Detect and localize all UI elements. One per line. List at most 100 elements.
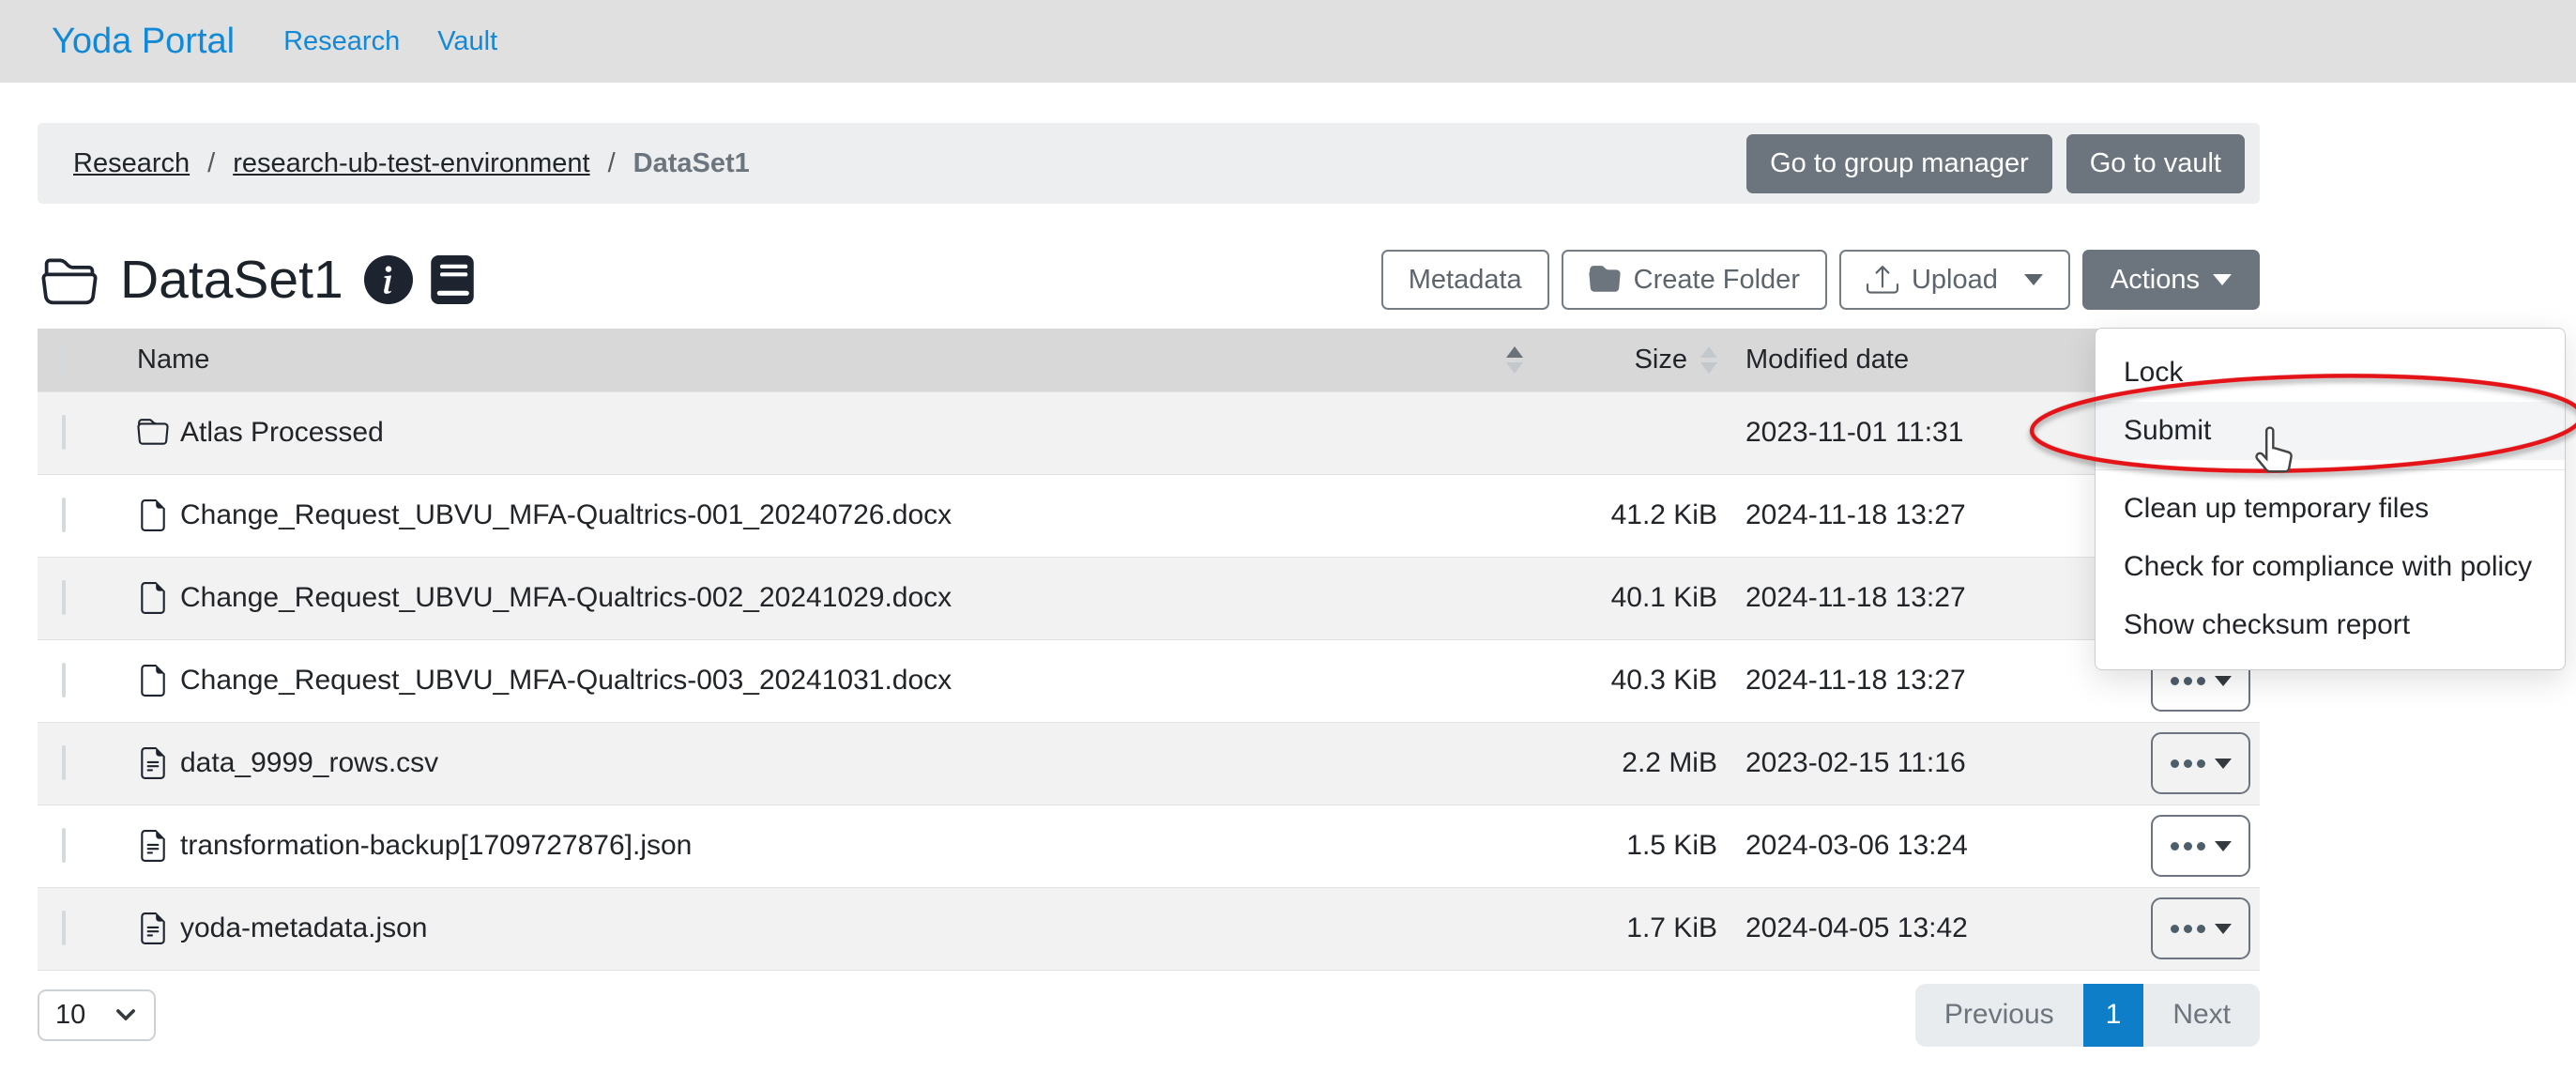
table-row[interactable]: yoda-metadata.json 1.7 KiB 2024-04-05 13… <box>38 887 2260 970</box>
upload-button[interactable]: Upload <box>1839 250 2070 310</box>
upload-button-label: Upload <box>1912 265 1998 296</box>
page-size-select[interactable]: 10 <box>38 989 156 1041</box>
pagination-previous[interactable]: Previous <box>1915 984 2083 1047</box>
chevron-down-icon <box>2213 274 2232 285</box>
menu-item-check-for-compliance-with-policy[interactable]: Check for compliance with policy <box>2096 538 2565 596</box>
pagination-next[interactable]: Next <box>2143 984 2260 1047</box>
upload-icon <box>1867 264 1898 296</box>
row-modified-date: 2024-03-06 13:24 <box>1732 805 2061 887</box>
chevron-down-icon <box>2215 841 2232 851</box>
page-title-group: DataSet1 <box>38 249 477 311</box>
row-actions-menu-button[interactable] <box>2151 897 2250 959</box>
column-header-size[interactable]: Size <box>1635 345 1687 376</box>
metadata-button[interactable]: Metadata <box>1381 250 1549 310</box>
top-navbar: Yoda Portal Research Vault <box>0 0 2576 83</box>
chevron-down-icon <box>2024 274 2043 285</box>
chevron-down-icon <box>2215 759 2232 769</box>
page-size-value: 10 <box>55 1000 85 1031</box>
row-checkbox[interactable] <box>62 415 66 450</box>
row-modified-date: 2024-04-05 13:42 <box>1732 887 2061 970</box>
row-size: 2.2 MiB <box>1549 722 1732 805</box>
row-checkbox[interactable] <box>62 498 66 532</box>
table-row[interactable]: Atlas Processed 2023-11-01 11:31 <box>38 391 2260 474</box>
metadata-button-label: Metadata <box>1409 265 1522 296</box>
table-row[interactable]: transformation-backup[1709727876].json 1… <box>38 805 2260 887</box>
table-row[interactable]: Change_Request_UBVU_MFA-Qualtrics-003_20… <box>38 639 2260 722</box>
chevron-down-icon <box>2215 676 2232 686</box>
row-checkbox[interactable] <box>62 580 66 615</box>
row-name[interactable]: transformation-backup[1709727876].json <box>180 830 692 862</box>
menu-item-submit[interactable]: Submit <box>2096 402 2565 460</box>
file-text-icon <box>137 912 169 944</box>
folder-icon <box>137 417 169 449</box>
breadcrumb-research[interactable]: Research <box>73 148 190 179</box>
menu-divider <box>2096 469 2565 470</box>
ellipsis-icon <box>2171 842 2205 851</box>
breadcrumb-bar: Research / research-ub-test-environment … <box>38 123 2260 204</box>
file-table: Name Size Modified date <box>38 329 2260 971</box>
row-modified-date: 2024-11-18 13:27 <box>1732 557 2061 639</box>
menu-item-show-checksum-report[interactable]: Show checksum report <box>2096 596 2565 654</box>
breadcrumb: Research / research-ub-test-environment … <box>73 148 750 179</box>
create-folder-button[interactable]: Create Folder <box>1562 250 1827 310</box>
row-name[interactable]: Change_Request_UBVU_MFA-Qualtrics-002_20… <box>180 582 952 614</box>
row-modified-date: 2024-11-18 13:27 <box>1732 474 2061 557</box>
go-to-vault-button[interactable]: Go to vault <box>2066 134 2245 193</box>
row-checkbox[interactable] <box>62 745 66 780</box>
row-name[interactable]: Change_Request_UBVU_MFA-Qualtrics-003_20… <box>180 665 952 697</box>
row-name[interactable]: yoda-metadata.json <box>180 912 428 944</box>
breadcrumb-separator: / <box>608 148 616 179</box>
actions-button-label: Actions <box>2111 265 2200 296</box>
pagination-current-page[interactable]: 1 <box>2083 984 2144 1047</box>
table-row[interactable]: data_9999_rows.csv 2.2 MiB 2023-02-15 11… <box>38 722 2260 805</box>
row-checkbox[interactable] <box>62 911 66 945</box>
file-icon <box>137 665 169 697</box>
row-name[interactable]: data_9999_rows.csv <box>180 747 438 779</box>
column-header-modified[interactable]: Modified date <box>1732 329 2061 391</box>
toolbar: Metadata Create Folder Upload Actions <box>1381 250 2260 310</box>
row-modified-date: 2023-11-01 11:31 <box>1732 391 2061 474</box>
row-checkbox[interactable] <box>62 828 66 863</box>
yoda-portal-page: { "navbar": { "brand": "Yoda Portal", "l… <box>0 0 2576 1073</box>
actions-button[interactable]: Actions <box>2082 250 2260 310</box>
row-size: 1.7 KiB <box>1549 887 1732 970</box>
menu-item-lock[interactable]: Lock <box>2096 344 2565 402</box>
page-title: DataSet1 <box>120 249 343 311</box>
ellipsis-icon <box>2171 677 2205 685</box>
create-folder-button-label: Create Folder <box>1634 265 1800 296</box>
nav-link-research[interactable]: Research <box>283 26 400 57</box>
table-row[interactable]: Change_Request_UBVU_MFA-Qualtrics-002_20… <box>38 557 2260 639</box>
breadcrumb-separator: / <box>207 148 215 179</box>
ellipsis-icon <box>2171 759 2205 768</box>
go-to-group-manager-button[interactable]: Go to group manager <box>1746 134 2052 193</box>
table-header-row: Name Size Modified date <box>38 329 2260 391</box>
open-folder-icon <box>38 252 101 308</box>
row-size: 40.3 KiB <box>1549 639 1732 722</box>
sort-icon-name[interactable] <box>1506 346 1523 374</box>
column-header-name[interactable]: Name <box>137 345 209 376</box>
row-checkbox[interactable] <box>62 663 66 697</box>
metadata-book-icon[interactable] <box>428 255 477 304</box>
menu-item-clean-up-temporary-files[interactable]: Clean up temporary files <box>2096 480 2565 538</box>
file-text-icon <box>137 747 169 779</box>
row-name[interactable]: Change_Request_UBVU_MFA-Qualtrics-001_20… <box>180 499 952 531</box>
pagination: Previous 1 Next <box>1915 984 2260 1047</box>
row-actions-menu-button[interactable] <box>2151 815 2250 877</box>
chevron-down-icon <box>2215 924 2232 934</box>
row-size: 1.5 KiB <box>1549 805 1732 887</box>
info-circle-icon[interactable] <box>364 255 413 304</box>
row-size: 40.1 KiB <box>1549 557 1732 639</box>
folder-fill-icon <box>1589 264 1621 296</box>
row-actions-menu-button[interactable] <box>2151 732 2250 794</box>
row-size <box>1549 391 1732 474</box>
nav-link-vault[interactable]: Vault <box>437 26 497 57</box>
breadcrumb-current-dataset1: DataSet1 <box>633 148 750 179</box>
file-icon <box>137 582 169 614</box>
select-all-checkbox[interactable] <box>62 343 66 376</box>
chevron-down-icon <box>114 1003 138 1027</box>
table-row[interactable]: Change_Request_UBVU_MFA-Qualtrics-001_20… <box>38 474 2260 557</box>
sort-icon-size[interactable] <box>1700 346 1717 374</box>
brand-yoda-portal[interactable]: Yoda Portal <box>52 22 235 62</box>
row-name[interactable]: Atlas Processed <box>180 417 384 449</box>
breadcrumb-group[interactable]: research-ub-test-environment <box>233 148 589 179</box>
